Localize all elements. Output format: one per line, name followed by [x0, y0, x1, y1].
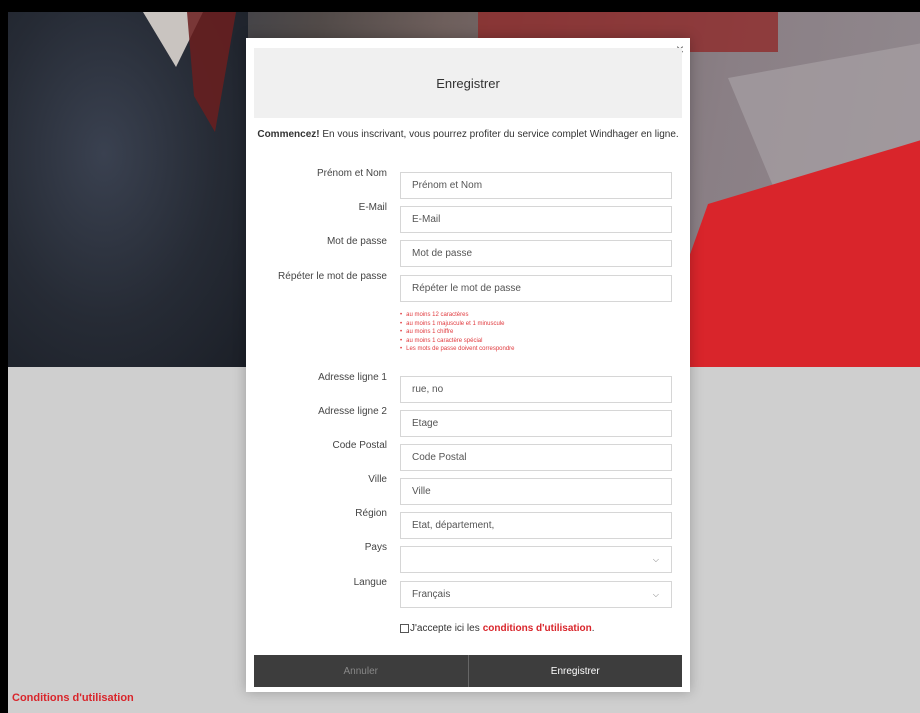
region-input[interactable]: [412, 520, 660, 531]
language-value: Français: [412, 589, 451, 600]
email-input[interactable]: [412, 214, 660, 225]
password-label: Mot de passe: [326, 236, 387, 247]
terms-link[interactable]: conditions d'utilisation: [483, 623, 592, 634]
row-postal-code: Code Postal: [254, 440, 682, 471]
full-name-field[interactable]: [400, 172, 672, 199]
register-modal: × Enregistrer Commencez! En vous inscriv…: [246, 38, 690, 692]
address-1-label: Adresse ligne 1: [318, 372, 387, 383]
row-password: Mot de passe: [254, 236, 682, 267]
cancel-button[interactable]: Annuler: [254, 655, 469, 687]
register-button[interactable]: Enregistrer: [469, 655, 683, 687]
password-rules: au moins 12 caractères au moins 1 majusc…: [400, 311, 515, 354]
city-field[interactable]: [400, 478, 672, 505]
postal-code-field[interactable]: [400, 444, 672, 471]
region-field[interactable]: [400, 512, 672, 539]
intro-bold: Commencez!: [257, 129, 320, 140]
password-repeat-input[interactable]: [412, 283, 660, 294]
address-1-field[interactable]: [400, 376, 672, 403]
modal-header: Enregistrer: [254, 48, 682, 118]
row-password-repeat: Répéter le mot de passe: [254, 271, 682, 302]
postal-code-label: Code Postal: [332, 440, 387, 451]
country-label: Pays: [364, 542, 387, 553]
password-rule: Les mots de passe doivent correspondre: [400, 345, 514, 354]
row-city: Ville: [254, 474, 682, 505]
intro-text: Commencez! En vous inscrivant, vous pour…: [254, 129, 682, 140]
row-full-name: Prénom et Nom: [254, 168, 682, 199]
row-region: Région: [254, 508, 682, 539]
address-2-input[interactable]: [412, 418, 660, 429]
row-language: Langue Français ⌵: [254, 577, 682, 608]
password-rule: au moins 12 caractères: [400, 311, 515, 320]
chevron-down-icon[interactable]: ⌵: [653, 555, 659, 565]
password-rule: au moins 1 caractère spécial: [400, 337, 515, 346]
row-email: E-Mail: [254, 202, 682, 233]
language-select[interactable]: Français ⌵: [400, 581, 672, 608]
address-1-input[interactable]: [412, 384, 660, 395]
email-field[interactable]: [400, 206, 672, 233]
modal-actions: Annuler Enregistrer: [254, 655, 682, 687]
email-label: E-Mail: [358, 202, 387, 213]
city-input[interactable]: [412, 486, 660, 497]
full-name-input[interactable]: [412, 180, 660, 191]
footer-terms-link[interactable]: Conditions d'utilisation: [12, 692, 134, 704]
password-rule: au moins 1 majuscule et 1 minuscule: [400, 320, 515, 329]
address-2-label: Adresse ligne 2: [318, 406, 387, 417]
city-label: Ville: [368, 474, 387, 485]
language-label: Langue: [353, 577, 387, 588]
row-country: Pays ⌵: [254, 542, 682, 573]
terms-agreement: J'accepte ici les conditions d'utilisati…: [400, 623, 595, 634]
country-select[interactable]: ⌵: [400, 546, 672, 573]
row-address-1: Adresse ligne 1: [254, 372, 682, 403]
chevron-down-icon[interactable]: ⌵: [653, 590, 659, 600]
password-input[interactable]: [412, 248, 660, 259]
checkbox-icon[interactable]: [400, 624, 409, 633]
password-repeat-field[interactable]: [400, 275, 672, 302]
terms-prefix: J'accepte ici les: [410, 623, 480, 634]
row-address-2: Adresse ligne 2: [254, 406, 682, 437]
intro-body: En vous inscrivant, vous pourrez profite…: [319, 129, 679, 140]
terms-suffix: .: [591, 623, 595, 634]
password-field[interactable]: [400, 240, 672, 267]
password-repeat-label: Répéter le mot de passe: [278, 271, 387, 282]
modal-title: Enregistrer: [436, 75, 500, 91]
postal-code-input[interactable]: [412, 452, 660, 463]
region-label: Région: [355, 508, 387, 519]
password-rule: au moins 1 chiffre: [400, 328, 515, 337]
full-name-label: Prénom et Nom: [316, 168, 387, 179]
address-2-field[interactable]: [400, 410, 672, 437]
